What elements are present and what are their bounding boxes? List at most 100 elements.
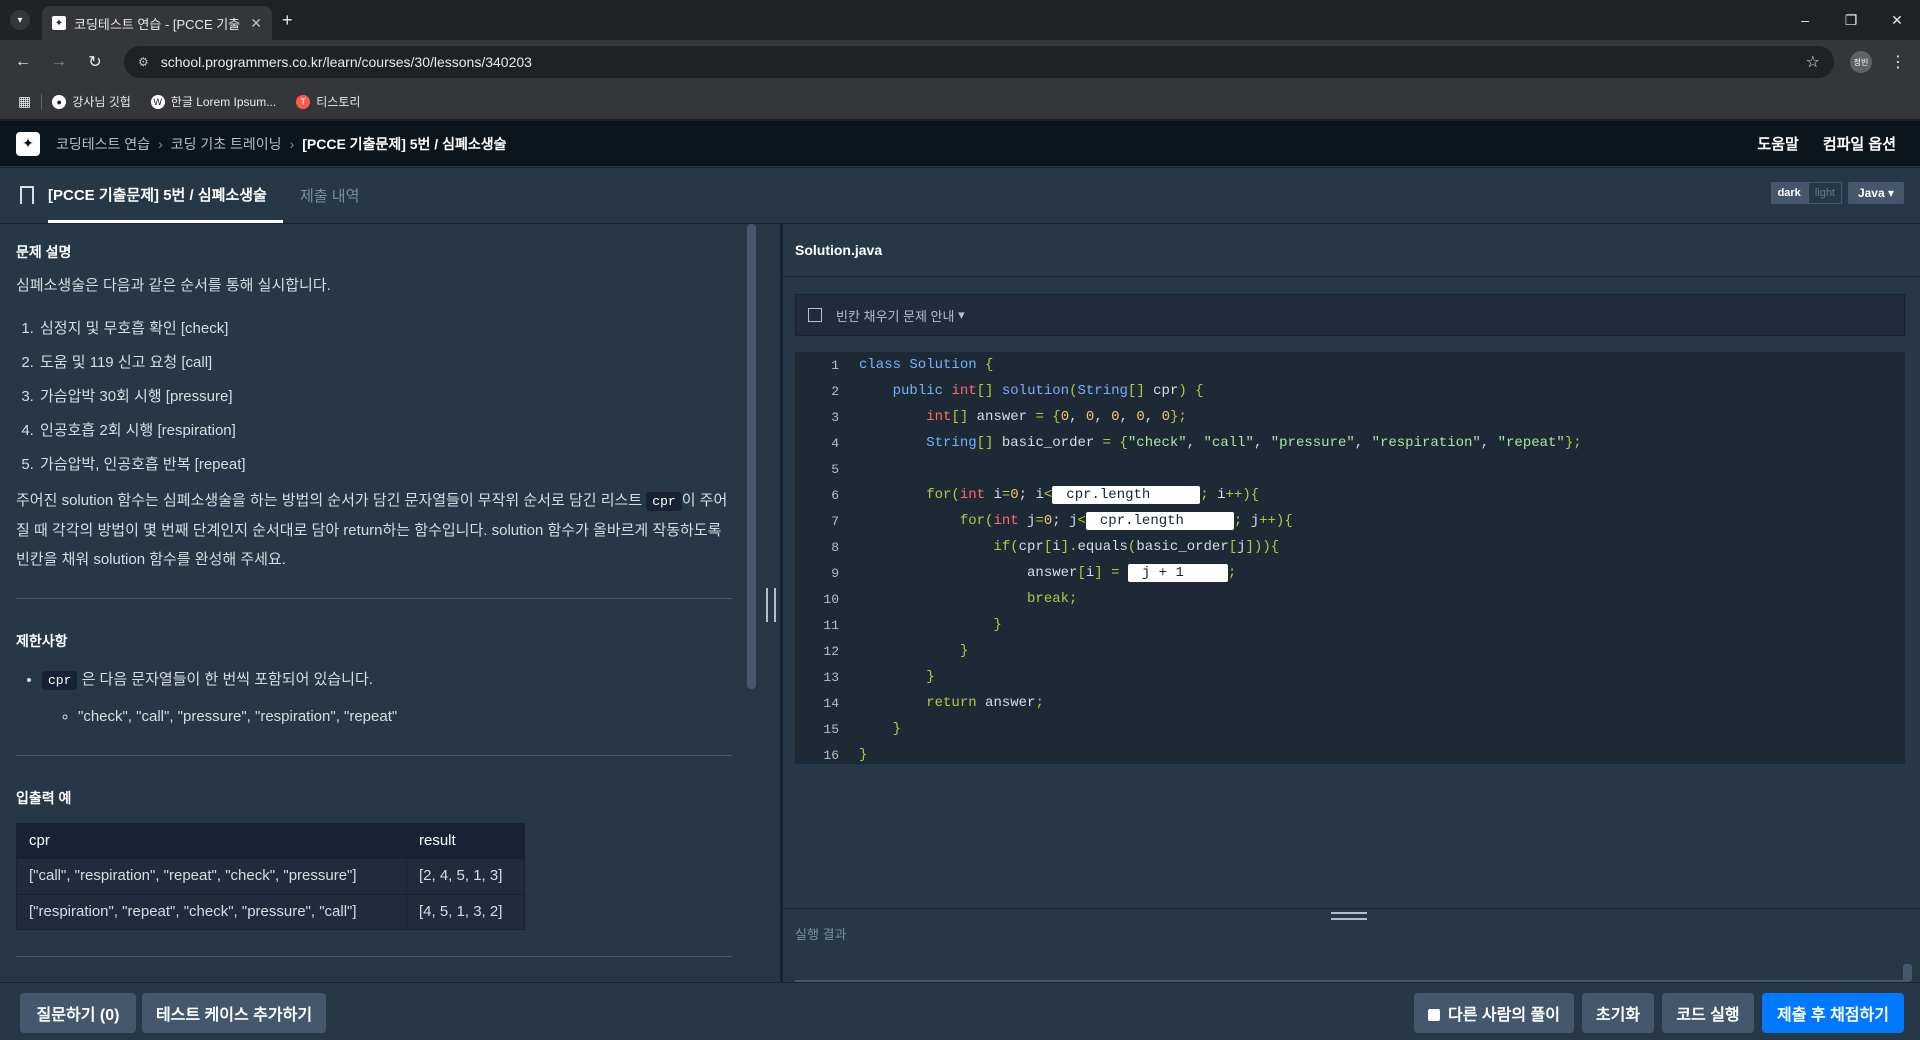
code-text: } [993,617,1002,633]
tab-submissions[interactable]: 제출 내역 [300,185,359,206]
new-tab-icon[interactable]: + [282,10,293,31]
line-number: 13 [823,669,839,685]
list-item: 가슴압박, 인공호흡 반복 [repeat] [38,448,732,482]
language-select[interactable]: Java ▾ [1847,182,1904,204]
button-label: 초기화 [1595,1007,1641,1024]
code-editor[interactable]: 1 class Solution { 2 public int[] solutio… [795,352,1905,764]
code-line: 9 answer[i] = j + 1; [795,560,1905,586]
breadcrumb-item[interactable]: 코딩 기초 트레이닝 [171,134,282,154]
splitter-handle-icon[interactable] [766,588,776,622]
list-item: 인공호흡 2회 시행 [respiration] [38,414,732,448]
line-number: 1 [831,357,839,373]
table-header: cpr [16,822,407,859]
blank-guide-dropdown[interactable]: 빈칸 채우기 문제 안내 ▾ [795,294,1905,336]
bookmarks-bar: ▦ ● 강사님 깃헙 W 한글 Lorem Ipsum... T 티스토리 [0,84,1920,120]
bookmark-label: 한글 Lorem Ipsum... [170,95,277,109]
blank-input[interactable]: j + 1 [1127,564,1228,582]
tab-problem[interactable]: [PCCE 기출문제] 5번 / 심폐소생술 [48,184,267,205]
window-controls: – ❐ ✕ [1782,0,1920,40]
bookmarks-separator [41,93,43,110]
inline-code: cpr [646,491,682,511]
result-scrollbar[interactable] [1903,964,1912,982]
tistory-icon: T [296,94,311,109]
list-item: 도움 및 119 신고 요청 [call] [38,346,732,380]
site-info-icon[interactable]: ⚙ [138,55,149,69]
table-row: ["respiration", "repeat", "check", "pres… [16,893,525,930]
submit-button[interactable]: 제출 후 채점하기 [1762,993,1904,1033]
add-test-case-button[interactable]: 테스트 케이스 추가하기 [142,993,326,1033]
problem-content: 문제 설명 심폐소생술은 다음과 같은 순서를 통해 실시합니다. 심정지 및 … [16,224,732,982]
code-text: for(int j=0; j< cpr.length; j++){ [959,512,1293,530]
code-text: public int[] solution(String[] cpr) { [892,383,1204,399]
ask-question-button[interactable]: 질문하기 (0) [20,993,136,1033]
section-divider [16,597,732,599]
button-label: 코드 실행 [1676,1007,1740,1024]
help-link[interactable]: 도움말 [1757,133,1798,154]
bookmark-icon[interactable] [20,186,34,204]
breadcrumb-current: [PCCE 기출문제] 5번 / 심폐소생술 [302,135,507,152]
table-header: result [406,822,525,859]
bookmark-star-icon[interactable]: ☆ [1806,52,1820,72]
code-line: 5 [795,456,1905,482]
browser-tab-title: 코딩테스트 연습 - [PCCE 기출 [74,16,241,32]
button-label: 다른 사람의 풀이 [1448,1007,1560,1024]
address-bar[interactable]: ⚙ school.programmers.co.kr/learn/courses… [124,46,1834,78]
profile-avatar[interactable]: 정빈 [1850,51,1872,73]
bookmark-github[interactable]: ● 강사님 깃헙 [52,93,131,110]
reset-button[interactable]: 초기화 [1582,993,1654,1033]
tab-search-icon[interactable]: ▾ [10,10,30,30]
browser-tab[interactable]: ✦ 코딩테스트 연습 - [PCCE 기출 ✕ [42,6,272,40]
result-resize-handle-icon[interactable] [1331,912,1367,920]
code-line: 16} [795,742,1905,768]
table-row: ["call", "respiration", "repeat", "check… [16,858,525,895]
line-number: 10 [823,591,839,607]
paragraph-text: 주어진 solution 함수는 심폐소생술을 하는 방법의 순서가 담긴 문자… [16,491,647,509]
code-line: 6 for(int i=0; i< cpr.length; i++){ [795,482,1905,508]
active-tab-indicator [48,220,283,223]
code-text: class Solution { [859,357,994,373]
code-text: return answer; [926,695,1044,711]
code-text: for(int i=0; i< cpr.length; i++){ [926,486,1260,504]
apps-grid-icon[interactable]: ▦ [18,93,31,110]
breadcrumb-item[interactable]: 코딩테스트 연습 [56,134,150,154]
reload-icon[interactable]: ↻ [82,52,108,72]
blank-input[interactable]: cpr.length [1052,486,1201,504]
description-paragraph: 주어진 solution 함수는 심폐소생술을 하는 방법의 순서가 담긴 문자… [16,486,732,574]
table-cell: [2, 4, 5, 1, 3] [406,858,525,895]
browser-menu-icon[interactable]: ⋮ [1890,52,1906,72]
guide-label: 빈칸 채우기 문제 안내 [836,308,955,324]
line-number: 3 [831,409,839,425]
close-window-icon[interactable]: ✕ [1874,0,1920,40]
code-text: int[] answer = {0, 0, 0, 0, 0}; [926,409,1187,425]
code-text: break; [1027,591,1078,607]
line-number: 4 [831,435,839,451]
close-tab-icon[interactable]: ✕ [250,15,262,32]
other-solutions-button[interactable]: 다른 사람의 풀이 [1414,993,1574,1033]
line-number: 15 [823,721,839,737]
bookmark-lorem[interactable]: W 한글 Lorem Ipsum... [150,93,277,110]
problem-scrollbar[interactable] [747,224,756,689]
theme-light-button[interactable]: light [1807,182,1842,204]
minimize-icon[interactable]: – [1782,0,1828,40]
back-icon[interactable]: ← [10,53,36,71]
compile-options-link[interactable]: 컴파일 옵션 [1823,133,1896,154]
code-text: answer[i] = j + 1; [859,564,1237,582]
theme-dark-button[interactable]: dark [1770,182,1808,204]
run-code-button[interactable]: 코드 실행 [1662,993,1754,1033]
result-divider [783,908,1920,909]
guide-icon [808,308,822,322]
blank-input[interactable]: cpr.length [1085,512,1234,530]
breadcrumb: 코딩테스트 연습 › 코딩 기초 트레이닝 › [PCCE 기출문제] 5번 /… [56,134,507,154]
forward-icon[interactable]: → [46,53,72,71]
restore-icon[interactable]: ❐ [1828,0,1874,40]
code-line: 14 return answer; [795,690,1905,716]
browser-tab-strip: ▾ ✦ 코딩테스트 연습 - [PCCE 기출 ✕ + – ❐ ✕ [0,0,1920,40]
programmers-logo-icon[interactable]: ✦ [16,131,40,156]
bookmark-tistory[interactable]: T 티스토리 [296,93,360,110]
wordpress-icon: W [150,94,165,109]
list-item: cpr 은 다음 문자열들이 한 번씩 포함되어 있습니다. "check", … [42,666,732,731]
code-text: String[] basic_order = {"check", "call",… [926,435,1582,451]
url-text[interactable]: school.programmers.co.kr/learn/courses/3… [161,54,1806,70]
line-number: 5 [831,461,839,477]
line-number: 2 [831,383,839,399]
